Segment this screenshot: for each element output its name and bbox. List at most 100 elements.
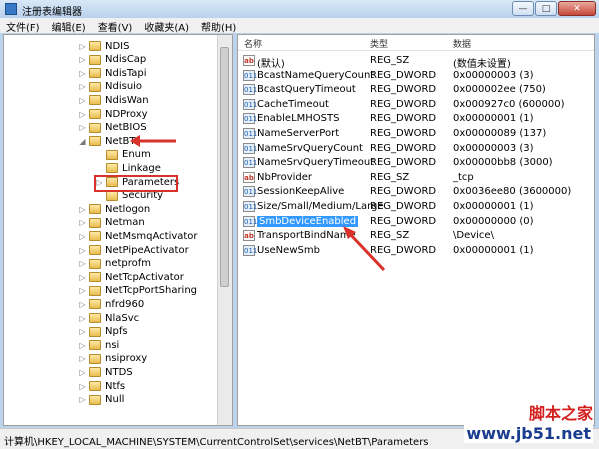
tree-expander-icon[interactable]: ◢	[78, 137, 87, 146]
watermark-url: www.jb51.net	[464, 424, 593, 443]
tree-node[interactable]: ▷ NetMsmqActivator	[78, 229, 197, 243]
minimize-button[interactable]: —	[512, 1, 534, 16]
tree-node[interactable]: ▷ NetTcpPortSharing	[78, 284, 197, 298]
folder-icon	[89, 258, 101, 269]
column-header-name[interactable]: 名称	[244, 37, 262, 50]
tree-node[interactable]: ▷ NlaSvc	[78, 311, 139, 325]
menu-view[interactable]: 查看(V)	[92, 18, 139, 34]
tree-node-label: Ntfs	[105, 380, 126, 392]
menu-favorites[interactable]: 收藏夹(A)	[138, 18, 195, 34]
value-type: REG_SZ	[370, 171, 410, 183]
folder-icon	[89, 54, 101, 65]
tree-node[interactable]: ▷ NTDS	[78, 365, 132, 379]
value-row[interactable]: ab NbProvider REG_SZ _tcp	[238, 171, 582, 185]
string-value-icon: ab	[243, 171, 255, 183]
tree-node[interactable]: ▷ Ntfs	[78, 379, 125, 393]
value-type: REG_DWORD	[370, 186, 437, 198]
value-row[interactable]: 011 NameSrvQueryCount REG_DWORD 0x00000003 …	[238, 142, 582, 156]
menu-file[interactable]: 文件(F)	[0, 18, 46, 34]
value-row[interactable]: 011 BcastQueryTimeout REG_DWORD 0x000002ee …	[238, 83, 582, 97]
tree-node[interactable]: ▷ nsi	[78, 338, 119, 352]
folder-icon	[89, 299, 101, 310]
value-row[interactable]: 011 EnableLMHOSTS REG_DWORD 0x00000001 (1)	[238, 112, 582, 126]
tree-expander-icon[interactable]: ▷	[78, 82, 87, 91]
tree-expander-icon[interactable]: ▷	[78, 395, 87, 404]
tree-node[interactable]: ▷ NdisWan	[78, 93, 148, 107]
column-header-type[interactable]: 类型	[370, 37, 388, 50]
tree-expander-icon[interactable]: ▷	[78, 218, 87, 227]
tree-node[interactable]: ▷ Ndisuio	[78, 80, 142, 94]
tree-expander-icon[interactable]: ▷	[78, 69, 87, 78]
value-data: 0x00000001 (1)	[453, 113, 534, 125]
tree-expander-icon[interactable]: ▷	[78, 246, 87, 255]
tree-scrollbar[interactable]	[217, 35, 232, 425]
value-type: REG_DWORD	[370, 113, 437, 125]
values-list-header: 名称 类型 数据	[238, 35, 594, 51]
tree-expander-icon[interactable]: ▷	[78, 368, 87, 377]
tree-expander-icon[interactable]: ▷	[78, 354, 87, 363]
tree-node-label: NetPipeActivator	[105, 244, 189, 256]
tree-expander-icon[interactable]: ▷	[78, 273, 87, 282]
value-data: 0x00000001 (1)	[453, 244, 534, 256]
tree-node[interactable]: ▷ NetBIOS	[78, 121, 146, 135]
tree-scrollbar-thumb[interactable]	[220, 47, 229, 287]
value-type: REG_DWORD	[370, 84, 437, 96]
values-pane[interactable]: 名称 类型 数据 ab (默认) REG_SZ (数值未设置) 011 BcastName…	[237, 34, 595, 426]
tree-expander-icon[interactable]: ▷	[78, 110, 87, 119]
tree-expander-icon[interactable]: ▷	[78, 55, 87, 64]
tree-expander-icon[interactable]: ▷	[78, 327, 87, 336]
tree-expander-icon[interactable]: ▷	[78, 123, 87, 132]
binary-value-icon: 011	[243, 98, 258, 110]
value-row[interactable]: ab (默认) REG_SZ (数值未设置)	[238, 54, 582, 70]
tree-expander-icon[interactable]: ▷	[78, 286, 87, 295]
tree-node[interactable]: ▷ netprofm	[78, 257, 151, 271]
tree-node[interactable]: ▷ Null	[78, 393, 124, 407]
tree-expander-icon[interactable]: ▷	[78, 42, 87, 51]
value-row[interactable]: 011 Size/Small/Medium/Large REG_DWORD 0x000…	[238, 200, 582, 214]
tree-node-label: NlaSvc	[105, 312, 140, 324]
tree-expander-icon[interactable]: ▷	[78, 382, 87, 391]
value-row[interactable]: 011 UseNewSmb REG_DWORD 0x00000001 (1)	[238, 244, 582, 258]
value-row[interactable]: ab TransportBindName REG_SZ \Device\	[238, 229, 582, 243]
tree-node[interactable]: ▷ NDIS	[78, 39, 129, 53]
maximize-button[interactable]: □	[535, 1, 557, 16]
binary-value-icon: 011	[243, 186, 258, 198]
tree-node[interactable]: ▷ NDProxy	[78, 107, 147, 121]
value-data: 0x0036ee80 (3600000)	[453, 186, 572, 198]
tree-node[interactable]: ▷ nsiproxy	[78, 352, 147, 366]
close-button[interactable]: ✕	[558, 1, 596, 16]
column-header-data[interactable]: 数据	[453, 37, 471, 50]
tree-node[interactable]: Linkage	[95, 161, 161, 175]
value-name: NameSrvQueryTimeout	[257, 157, 375, 169]
tree-node[interactable]: ▷ NdisTapi	[78, 66, 146, 80]
tree-node[interactable]: Enum	[95, 148, 151, 162]
tree-node[interactable]: ◢ NetBT	[78, 134, 135, 148]
tree-node[interactable]: ▷ Netman	[78, 216, 144, 230]
tree-expander-icon[interactable]: ▷	[78, 205, 87, 214]
value-row[interactable]: 011 NameSrvQueryTimeout REG_DWORD 0x00000bb…	[238, 156, 582, 170]
folder-icon	[89, 353, 101, 364]
menu-edit[interactable]: 编辑(E)	[46, 18, 92, 34]
key-tree-pane[interactable]: ▷ NDIS ▷ NdisCap ▷ NdisTapi ▷ Ndisuio ▷ NdisWan ▷ N…	[3, 34, 233, 426]
tree-node[interactable]: ▷ nfrd960	[78, 297, 144, 311]
tree-expander-icon[interactable]: ▷	[78, 96, 87, 105]
tree-node[interactable]: ▷ Netlogon	[78, 202, 150, 216]
string-value-icon: ab	[243, 55, 255, 66]
tree-expander-icon[interactable]: ▷	[78, 232, 87, 241]
tree-node[interactable]: ▷ NetPipeActivator	[78, 243, 189, 257]
folder-icon	[106, 190, 118, 201]
value-row[interactable]: 011 CacheTimeout REG_DWORD 0x000927c0 (6000…	[238, 98, 582, 112]
menu-help[interactable]: 帮助(H)	[195, 18, 242, 34]
value-row[interactable]: 011 BcastNameQueryCount REG_DWORD 0x0000000…	[238, 69, 582, 83]
tree-expander-icon[interactable]: ▷	[78, 314, 87, 323]
tree-expander-icon[interactable]: ▷	[78, 341, 87, 350]
tree-expander-icon[interactable]: ▷	[78, 300, 87, 309]
tree-node[interactable]: ▷ Npfs	[78, 325, 127, 339]
folder-icon	[89, 231, 101, 242]
value-row[interactable]: 011 NameServerPort REG_DWORD 0x00000089 (13…	[238, 127, 582, 141]
tree-node[interactable]: ▷ NetTcpActivator	[78, 270, 183, 284]
tree-node[interactable]: ▷ NdisCap	[78, 53, 146, 67]
value-row[interactable]: 011 SmbDeviceEnabled REG_DWORD 0x00000000 (…	[238, 215, 582, 229]
tree-expander-icon[interactable]: ▷	[78, 259, 87, 268]
value-row[interactable]: 011 SessionKeepAlive REG_DWORD 0x0036ee80 (…	[238, 185, 582, 199]
